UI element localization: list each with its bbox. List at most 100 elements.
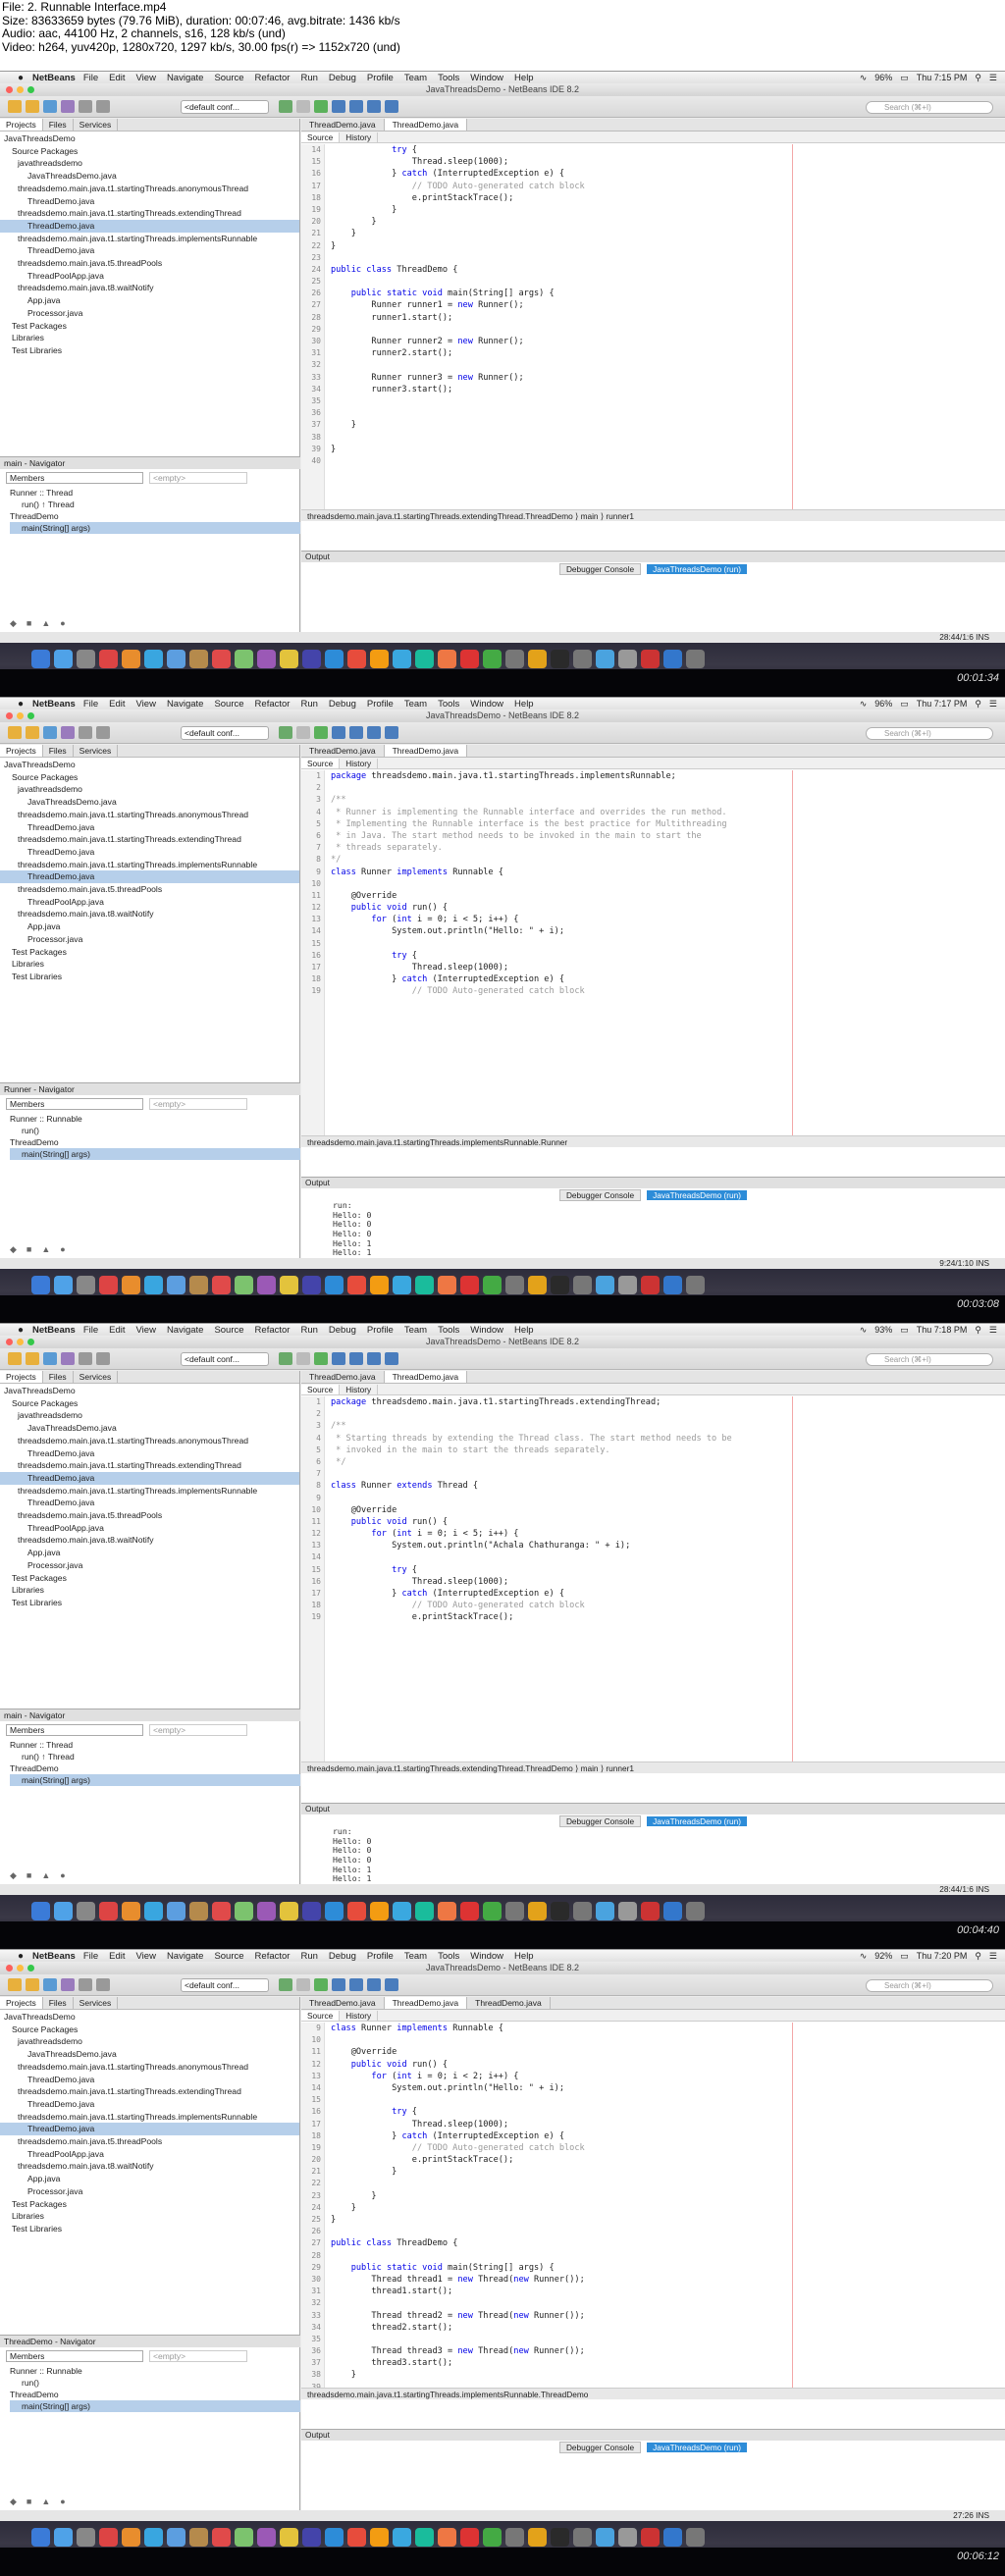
battery-icon[interactable]: ▭ — [900, 699, 909, 710]
battery-percent[interactable]: 93% — [874, 1325, 892, 1335]
dock-app-icon[interactable] — [280, 2528, 298, 2547]
app-menu[interactable]: NetBeans — [32, 1951, 76, 1962]
code-area[interactable]: 1 2 3 4 5 6 7 8 9 10 11 12 13 14 15 16 17 18 19 package thr… — [301, 1396, 1005, 1761]
dock-app-icon[interactable] — [686, 1902, 705, 1920]
dock-app-icon[interactable] — [167, 1276, 185, 1294]
dock-app-icon[interactable] — [280, 1902, 298, 1920]
project-tree-item[interactable]: Libraries — [0, 1584, 299, 1597]
search-input[interactable]: Search (⌘+I) — [866, 1353, 993, 1366]
code-line[interactable]: Thread thread3 = new Thread(new Runner()… — [331, 2345, 584, 2357]
panel-tab[interactable]: Services — [74, 119, 119, 131]
menu-item[interactable]: Navigate — [167, 1325, 204, 1336]
menu-item[interactable]: File — [83, 1951, 98, 1962]
dock-app-icon[interactable] — [663, 1902, 682, 1920]
apple-icon[interactable]: ● — [18, 1325, 26, 1336]
menu-item[interactable]: Window — [470, 1325, 503, 1336]
project-tree-item[interactable]: threadsdemo.main.java.t1.startingThreads… — [0, 1485, 299, 1498]
filter-icon[interactable]: ● — [60, 1870, 65, 1880]
dock-app-icon[interactable] — [325, 650, 344, 668]
menu-item[interactable]: Debug — [329, 1325, 356, 1336]
dock-app-icon[interactable] — [122, 2528, 140, 2547]
dock-app-icon[interactable] — [31, 1902, 50, 1920]
project-tree-item[interactable]: ThreadDemo.java — [0, 2074, 299, 2086]
dock-app-icon[interactable] — [347, 650, 366, 668]
code-line[interactable]: System.out.println("Achala Chathuranga: … — [331, 1540, 732, 1551]
menu-item[interactable]: File — [83, 699, 98, 710]
editor-view-tab[interactable]: History — [340, 131, 379, 142]
notification-icon[interactable]: ☰ — [989, 699, 997, 710]
dock-app-icon[interactable] — [144, 1276, 163, 1294]
dock-app-icon[interactable] — [122, 650, 140, 668]
editor-file-tab[interactable]: ThreadDemo.java — [301, 119, 385, 131]
dock-app-icon[interactable] — [663, 1276, 682, 1294]
code-line[interactable]: public void run() { — [331, 1516, 732, 1528]
menu-item[interactable]: File — [83, 1325, 98, 1336]
app-menu[interactable]: NetBeans — [32, 73, 76, 83]
wifi-icon[interactable]: ∿ — [860, 699, 868, 710]
code-line[interactable]: class Runner implements Runnable { — [331, 2023, 585, 2034]
code-line[interactable] — [331, 1493, 732, 1504]
project-tree-item[interactable]: ThreadDemo.java — [0, 2123, 299, 2136]
filter-icon[interactable]: ■ — [26, 1870, 31, 1880]
project-tree-item[interactable]: JavaThreadsDemo.java — [0, 1422, 299, 1435]
project-tree-item[interactable]: JavaThreadsDemo.java — [0, 170, 299, 183]
code-line[interactable]: } — [331, 2202, 585, 2214]
filter-icon[interactable]: ▲ — [41, 618, 50, 628]
dock-app-icon[interactable] — [99, 2528, 118, 2547]
dock-app-icon[interactable] — [415, 650, 434, 668]
code-line[interactable]: class Runner extends Thread { — [331, 1480, 732, 1492]
dock-app-icon[interactable] — [31, 650, 50, 668]
dock-app-icon[interactable] — [663, 650, 682, 668]
project-tree-item[interactable]: App.java — [0, 920, 299, 933]
dock-app-icon[interactable] — [257, 2528, 276, 2547]
run-toolbar-icon[interactable] — [279, 1352, 292, 1365]
dock-app-icon[interactable] — [551, 650, 569, 668]
code-line[interactable]: } — [331, 419, 585, 431]
run-toolbar-icon[interactable] — [279, 1978, 292, 1991]
toolbar-button-icon[interactable] — [61, 726, 75, 739]
code-line[interactable] — [331, 782, 727, 794]
run-output-tab[interactable]: JavaThreadsDemo (run) — [647, 1189, 748, 1200]
code-line[interactable]: Runner runner1 = new Runner(); — [331, 299, 585, 311]
project-tree-item[interactable]: JavaThreadsDemo.java — [0, 2048, 299, 2061]
code-line[interactable]: } catch (InterruptedException e) { — [331, 2130, 585, 2142]
code-line[interactable]: } — [331, 2369, 585, 2381]
zoom-window-button[interactable] — [27, 712, 34, 719]
code-line[interactable] — [331, 2094, 585, 2106]
code-line[interactable]: } — [331, 444, 585, 455]
code-line[interactable] — [331, 2334, 585, 2345]
project-tree-item[interactable]: Processor.java — [0, 307, 299, 320]
menu-item[interactable]: Profile — [367, 699, 394, 710]
dock-app-icon[interactable] — [347, 1276, 366, 1294]
project-tree-item[interactable]: JavaThreadsDemo.java — [0, 796, 299, 809]
code-line[interactable] — [331, 276, 585, 288]
menu-item[interactable]: Edit — [109, 1951, 125, 1962]
dock-app-icon[interactable] — [122, 1276, 140, 1294]
navigator-item[interactable]: Runner :: Thread — [10, 487, 300, 499]
dock-app-icon[interactable] — [144, 2528, 163, 2547]
toolbar-button-icon[interactable] — [61, 1352, 75, 1365]
dock-app-icon[interactable] — [167, 2528, 185, 2547]
project-tree-item[interactable]: threadsdemo.main.java.t8.waitNotify — [0, 282, 299, 294]
dock-app-icon[interactable] — [99, 1276, 118, 1294]
run-toolbar-icon[interactable] — [314, 1352, 328, 1365]
code-line[interactable]: Thread thread1 = new Thread(new Runner()… — [331, 2274, 584, 2286]
minimize-window-button[interactable] — [17, 1339, 24, 1345]
run-toolbar-icon[interactable] — [385, 726, 398, 739]
code-line[interactable]: public void run() { — [331, 902, 727, 914]
project-tree-item[interactable]: ThreadPoolApp.java — [0, 1522, 299, 1535]
run-toolbar-icon[interactable] — [296, 726, 310, 739]
editor-view-tab[interactable]: Source — [301, 758, 341, 768]
breadcrumb[interactable]: threadsdemo.main.java.t1.startingThreads… — [301, 1135, 1005, 1147]
dock-app-icon[interactable] — [618, 650, 637, 668]
filter-dropdown[interactable]: <empty> — [149, 2350, 247, 2362]
project-tree-item[interactable]: threadsdemo.main.java.t1.startingThreads… — [0, 233, 299, 245]
code-line[interactable]: } catch (InterruptedException e) { — [331, 168, 585, 180]
project-tree-item[interactable]: ThreadDemo.java — [0, 1471, 299, 1485]
toolbar-button-icon[interactable] — [79, 1352, 92, 1365]
spotlight-icon[interactable]: ⚲ — [975, 699, 981, 710]
dock-app-icon[interactable] — [257, 1902, 276, 1920]
navigator-item[interactable]: Runner :: Runnable — [10, 1113, 300, 1125]
dock-app-icon[interactable] — [596, 2528, 614, 2547]
code-line[interactable]: } — [331, 2214, 585, 2226]
